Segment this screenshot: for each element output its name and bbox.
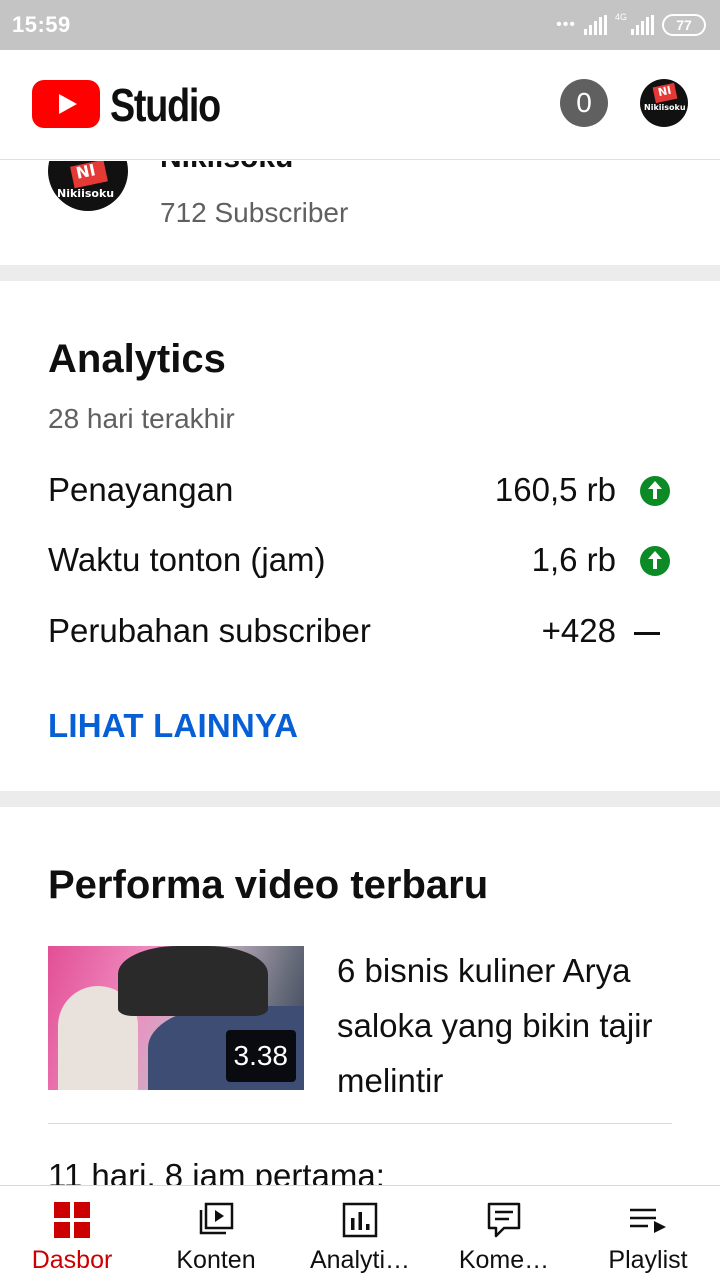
channel-avatar[interactable]: NI Nikiisoku	[48, 161, 128, 211]
metric-value: 160,5 rb	[494, 471, 616, 508]
analytics-card: Analytics 28 hari terakhir Penayangan 16…	[0, 281, 720, 791]
metric-label: Perubahan subscriber	[48, 612, 371, 649]
status-time: 15:59	[12, 12, 71, 37]
nav-dashboard[interactable]: Dasbor	[0, 1186, 144, 1280]
nav-playlist[interactable]: Playlist	[576, 1186, 720, 1280]
nav-content[interactable]: Konten	[144, 1186, 288, 1280]
status-bar: 15:59 ••• 4G 77	[0, 0, 720, 50]
section-divider	[0, 791, 720, 807]
performance-title: Performa video terbaru	[48, 863, 489, 907]
nav-label: Kome…	[458, 1246, 550, 1274]
notification-count: 0	[576, 87, 592, 118]
trend-flat-icon	[634, 632, 660, 635]
playlist-icon	[630, 1208, 666, 1233]
battery-level: 77	[676, 17, 692, 33]
video-thumbnail[interactable]: 3.38	[48, 946, 304, 1090]
channel-section: NI Nikiisoku Nikiisoku 712 Subscriber	[0, 161, 720, 265]
metric-row-subscribers: Perubahan subscriber +428	[48, 612, 672, 656]
nav-label: Dasbor	[31, 1246, 113, 1274]
trend-up-icon	[640, 546, 670, 576]
comments-icon	[487, 1202, 521, 1238]
channel-name: Nikiisoku	[160, 161, 293, 175]
first-hours-label: 11 hari, 8 jam pertama:	[48, 1157, 385, 1185]
trend-up-icon	[640, 476, 670, 506]
analytics-period: 28 hari terakhir	[48, 403, 235, 434]
account-avatar[interactable]: NI Nikiisoku	[640, 79, 688, 127]
analytics-icon	[342, 1202, 378, 1238]
signal-icon	[583, 15, 607, 35]
analytics-title: Analytics	[48, 337, 226, 381]
app-title: Studio	[110, 79, 221, 131]
row-divider	[48, 1123, 672, 1124]
metric-value: 1,6 rb	[531, 541, 616, 578]
video-duration-badge: 3.38	[225, 1030, 296, 1082]
nav-label: Konten	[176, 1246, 256, 1274]
nav-comments[interactable]: Kome…	[432, 1186, 576, 1280]
notifications-button[interactable]: 0	[560, 79, 608, 127]
metric-row-watch-time: Waktu tonton (jam) 1,6 rb	[48, 541, 672, 585]
latest-video-performance-card: Performa video terbaru 3.38 6 bisnis kul…	[0, 807, 720, 1185]
metric-label: Penayangan	[48, 471, 234, 508]
metric-row-views: Penayangan 160,5 rb	[48, 471, 672, 515]
see-more-link[interactable]: LIHAT LAINNYA	[48, 707, 298, 745]
nav-label: Playlist	[608, 1246, 688, 1274]
signal-icon-secondary	[631, 15, 654, 35]
app-header: Studio 0 NI Nikiisoku	[0, 50, 720, 160]
avatar-channel-text: Nikiisoku	[644, 103, 686, 112]
section-divider	[0, 265, 720, 281]
nav-label: Analyti…	[309, 1246, 411, 1274]
status-icons: ••• 4G 77	[556, 12, 706, 38]
more-dots-icon: •••	[556, 16, 576, 33]
video-title[interactable]: 6 bisnis kuliner Arya saloka yang bikin …	[337, 943, 677, 1108]
bottom-navigation: Dasbor Konten Analyti… Kome… Playlist	[0, 1185, 720, 1280]
dashboard-icon	[54, 1202, 90, 1238]
youtube-logo-icon	[32, 80, 100, 128]
subscriber-count: 712 Subscriber	[160, 197, 349, 228]
metric-value: +428	[541, 612, 616, 649]
avatar-badge-text: NI	[656, 83, 673, 100]
metric-label: Waktu tonton (jam)	[48, 541, 326, 578]
nav-analytics[interactable]: Analyti…	[288, 1186, 432, 1280]
network-label: 4G	[614, 12, 627, 22]
video-library-icon	[199, 1202, 234, 1235]
channel-avatar-text: Nikiisoku	[57, 187, 115, 200]
battery-icon: 77	[662, 14, 706, 36]
